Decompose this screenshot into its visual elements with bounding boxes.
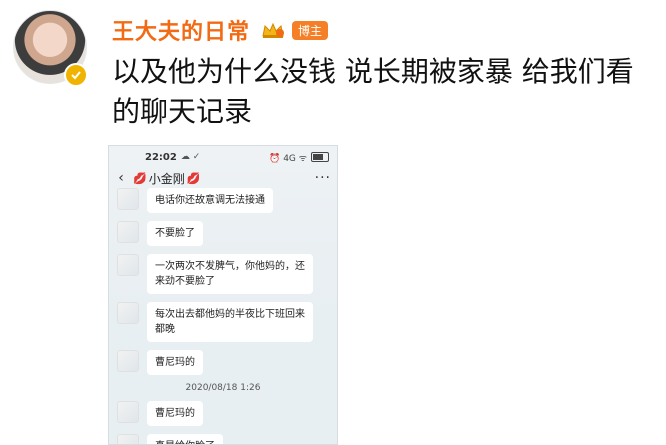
message: 每次出去都他妈的半夜比下班回来都晚 [117,302,337,342]
status-time: 22:02 [145,151,177,163]
message: 曹尼玛的 [117,401,337,426]
message: 真是给你脸了 [117,434,337,444]
message: 曹尼玛的 [117,350,337,375]
message-bubble[interactable]: 每次出去都他妈的半夜比下班回来都晚 [147,302,313,342]
crown-icon [260,20,286,40]
battery-icon [311,152,329,162]
status-left-icons: ☁ ✓ [180,152,201,162]
back-icon[interactable]: ‹ [115,170,127,186]
message: 电话你还故意调无法接通 [117,188,337,213]
message-bubble[interactable]: 曹尼玛的 [147,401,203,426]
message-bubble[interactable]: 一次两次不发脾气，你他妈的，还来劲不要脸了 [147,254,313,294]
lips-icon: 💋 [133,171,147,185]
more-icon[interactable]: ··· [315,170,331,186]
message: 不要脸了 [117,221,337,246]
sender-avatar[interactable] [117,434,139,444]
message-bubble[interactable]: 真是给你脸了 [147,434,223,444]
message-bubble[interactable]: 电话你还故意调无法接通 [147,188,273,213]
lips-icon: 💋 [186,171,201,185]
post-text: 以及他为什么没钱 说长期被家暴 给我们看的聊天记录 [112,55,634,128]
message-bubble[interactable]: 曹尼玛的 [147,350,203,375]
status-bar: 22:02 ☁ ✓ ⏰ 4G ᯤ [109,146,337,168]
message: 一次两次不发脾气，你他妈的，还来劲不要脸了 [117,254,337,294]
sender-avatar[interactable] [117,221,139,243]
chat-screenshot[interactable]: 22:02 ☁ ✓ ⏰ 4G ᯤ ‹ 💋 小金刚 💋 ··· 电话你还故意调无法… [108,145,338,445]
username[interactable]: 王大夫的日常 [112,14,250,46]
verified-badge-icon [64,63,88,87]
chat-title: 小金刚 [148,171,185,186]
chat-header: ‹ 💋 小金刚 💋 ··· [109,168,337,188]
sender-avatar[interactable] [117,401,139,423]
message-list: 电话你还故意调无法接通 不要脸了 一次两次不发脾气，你他妈的，还来劲不要脸了 每… [109,188,337,444]
message-timestamp: 2020/08/18 1:26 [185,383,261,393]
post-header: 王大夫的日常 博主 [112,14,329,46]
sender-avatar[interactable] [117,302,139,324]
chat-title-wrap: 💋 小金刚 💋 [131,170,202,187]
status-right: ⏰ 4G ᯤ [269,151,329,164]
sender-avatar[interactable] [117,350,139,372]
author-tag: 博主 [292,20,329,40]
sender-avatar[interactable] [117,254,139,276]
status-right-icons: ⏰ 4G ᯤ [269,153,307,164]
sender-avatar[interactable] [117,188,139,210]
message-bubble[interactable]: 不要脸了 [147,221,203,246]
